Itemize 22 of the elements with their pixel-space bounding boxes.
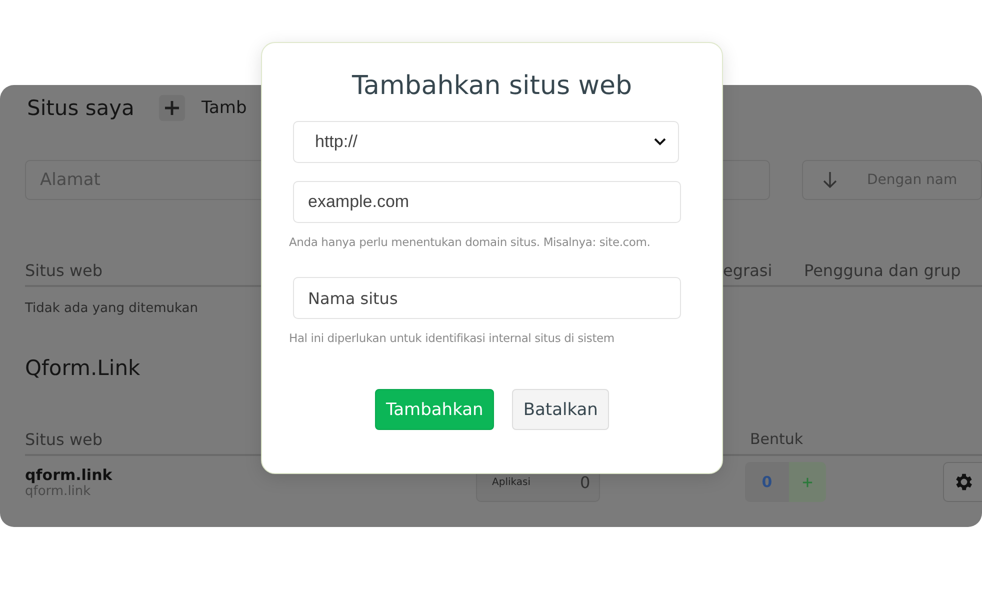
column-header: Situs web (25, 260, 103, 280)
hint-text: Hal ini diperlukan untuk identifikasi internal situs di sistem (289, 331, 616, 345)
cancel-button[interactable]: Batalkan (512, 389, 609, 430)
domain-field[interactable]: example.com (293, 181, 681, 223)
chevron-down-icon (654, 138, 666, 146)
settings-button[interactable] (943, 462, 982, 502)
add-site-link[interactable]: Tamb (201, 98, 247, 118)
page-title: Situs saya (27, 96, 134, 120)
arrow-down-icon (823, 171, 837, 189)
add-button[interactable]: Tambahkan (375, 389, 494, 430)
column-header: Bentuk (750, 430, 804, 448)
column-header: Pengguna dan grup (804, 260, 961, 280)
plus-icon (802, 476, 813, 488)
dialog-title: Tambahkan situs web (350, 71, 634, 101)
site-name-field[interactable]: Nama situs (293, 277, 681, 319)
group-title: Qform.Link (25, 356, 142, 380)
empty-message: Tidak ada yang ditemukan (25, 301, 199, 316)
protocol-select[interactable]: http:// (293, 121, 679, 163)
plus-icon[interactable] (159, 95, 186, 121)
column-header: Situs web (25, 430, 103, 448)
hint-text: Anda hanya perlu menentukan domain situs. Misalnya: site.com. (289, 235, 652, 249)
column-header: egrasi (723, 260, 772, 280)
